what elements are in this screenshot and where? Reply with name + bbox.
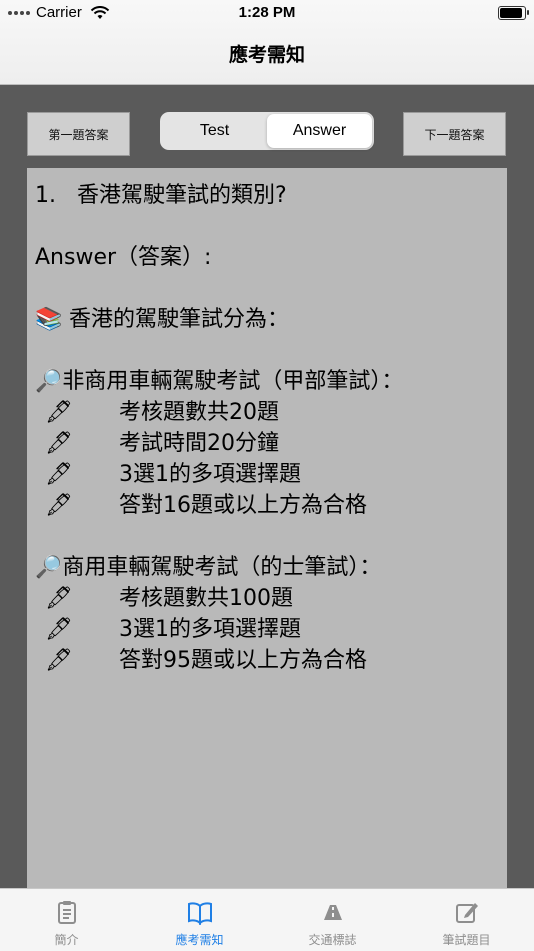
edit-icon	[455, 903, 478, 923]
road-icon	[323, 905, 342, 920]
section1-title: 非商用車輛駕駛考試（甲部筆試）：	[62, 369, 404, 394]
list-item: 🖋 答對95題或以上方為合格	[35, 645, 499, 676]
pen-icon: 🖋	[45, 648, 73, 673]
pen-icon: 🖋	[45, 617, 73, 642]
segment-answer[interactable]: Answer	[267, 114, 372, 148]
top-bar: Carrier 1:28 PM 應考需知	[0, 0, 534, 85]
list-item: 🖋 考試時間20分鐘	[35, 428, 499, 459]
list-item: 🖋 3選1的多項選擇題	[35, 614, 499, 645]
section1-heading: 🔎 非商用車輛駕駛考試（甲部筆試）：	[35, 366, 499, 397]
first-answer-button[interactable]: 第一題答案	[27, 112, 130, 156]
next-answer-button[interactable]: 下一題答案	[403, 112, 506, 156]
magnifier-icon: 🔎	[35, 555, 63, 580]
magnifier-icon: 🔎	[35, 369, 63, 394]
status-time: 1:28 PM	[238, 4, 296, 21]
clipboard-icon	[57, 901, 76, 924]
tab-label: 筆試題目	[442, 933, 491, 947]
segment-test[interactable]: Test	[162, 114, 267, 148]
list-item: 🖋 答對16題或以上方為合格	[35, 490, 499, 521]
tab-exam-info[interactable]: 應考需知	[133, 895, 266, 948]
battery-icon	[498, 6, 529, 20]
intro-line: 📚 香港的駕駛筆試分為：	[35, 304, 499, 335]
question-text: 1. 香港駕駛筆試的類別?	[35, 183, 287, 208]
books-icon: 📚	[35, 307, 63, 332]
pen-icon: 🖋	[45, 431, 73, 456]
answer-label: Answer（答案）:	[35, 245, 212, 270]
pen-icon: 🖋	[45, 493, 73, 518]
section2-heading: 🔎 商用車輛駕駛考試（的士筆試）：	[35, 552, 499, 583]
tab-intro[interactable]: 簡介	[0, 895, 133, 948]
page-title: 應考需知	[228, 44, 305, 66]
pen-icon: 🖋	[45, 586, 73, 611]
list-item: 🖋 考核題數共20題	[35, 397, 499, 428]
intro-text: 香港的駕駛筆試分為：	[69, 307, 290, 332]
answer-panel: 1. 香港駕駛筆試的類別? Answer（答案）: 📚 香港的駕駛筆試分為： 🔎…	[27, 168, 507, 888]
list-item: 🖋 3選1的多項選擇題	[35, 459, 499, 490]
status-bar: Carrier 1:28 PM	[0, 0, 534, 28]
book-icon	[187, 902, 212, 925]
mode-segmented-control[interactable]: Test Answer	[160, 112, 374, 150]
list-item: 🖋 考核題數共100題	[35, 583, 499, 614]
tab-label: 簡介	[54, 933, 79, 947]
tab-written-test[interactable]: 筆試題目	[400, 895, 533, 948]
pen-icon: 🖋	[45, 400, 73, 425]
tab-bar: 簡介 應考需知 交通標誌 筆試題目	[0, 888, 534, 951]
tab-label: 交通標誌	[308, 933, 357, 947]
pen-icon: 🖋	[45, 462, 73, 487]
section2-title: 商用車輛駕駛考試（的士筆試）：	[62, 555, 382, 580]
tab-traffic-signs[interactable]: 交通標誌	[266, 895, 399, 948]
tab-label: 應考需知	[175, 933, 224, 947]
